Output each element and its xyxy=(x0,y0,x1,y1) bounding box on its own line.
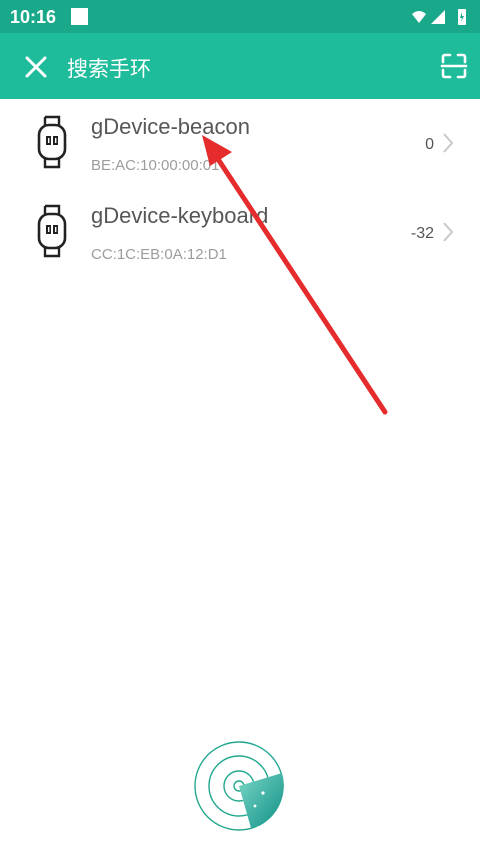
status-bar: 10:16 xyxy=(0,0,480,33)
signal-icon xyxy=(431,10,445,24)
device-rssi: -32 xyxy=(410,225,434,242)
scan-icon[interactable] xyxy=(440,52,468,80)
wifi-icon xyxy=(412,11,426,23)
close-icon[interactable] xyxy=(22,53,50,81)
page-title: 搜索手环 xyxy=(67,58,151,81)
smartband-icon xyxy=(37,204,67,258)
smartband-icon xyxy=(37,115,67,169)
app-bar: 搜索手环 xyxy=(0,33,480,99)
chevron-right-icon xyxy=(443,133,454,153)
status-icons xyxy=(412,9,466,25)
radar-scan-icon[interactable] xyxy=(193,738,289,834)
notification-icon xyxy=(71,8,88,25)
annotation-arrow xyxy=(202,135,388,415)
device-rssi: 0 xyxy=(425,136,434,153)
chevron-right-icon xyxy=(443,222,454,242)
status-time: 10:16 xyxy=(10,7,57,27)
